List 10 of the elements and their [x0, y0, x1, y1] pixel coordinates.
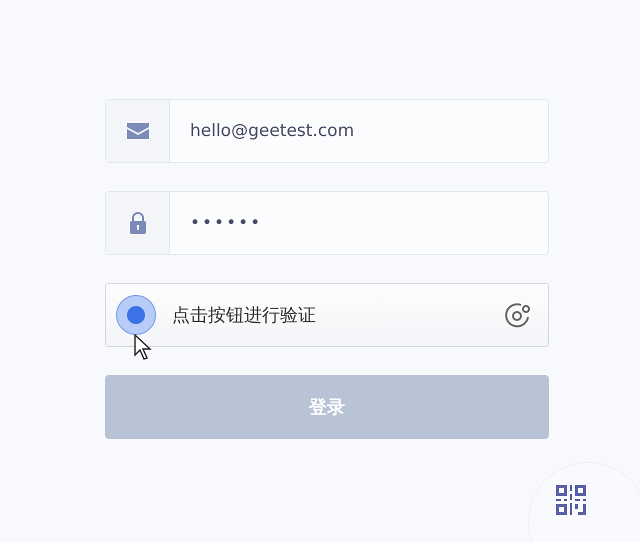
mouse-cursor-icon	[134, 334, 152, 360]
email-value: hello@geetest.com	[190, 121, 354, 141]
envelope-icon	[126, 123, 148, 139]
email-field[interactable]: hello@geetest.com	[105, 99, 549, 163]
captcha-label: 点击按钮进行验证	[172, 304, 317, 327]
qr-code-icon	[556, 485, 586, 515]
password-field[interactable]: ••••••	[105, 191, 549, 255]
password-value: ••••••	[190, 213, 262, 233]
lock-icon	[130, 212, 146, 234]
verify-button[interactable]	[116, 295, 156, 335]
